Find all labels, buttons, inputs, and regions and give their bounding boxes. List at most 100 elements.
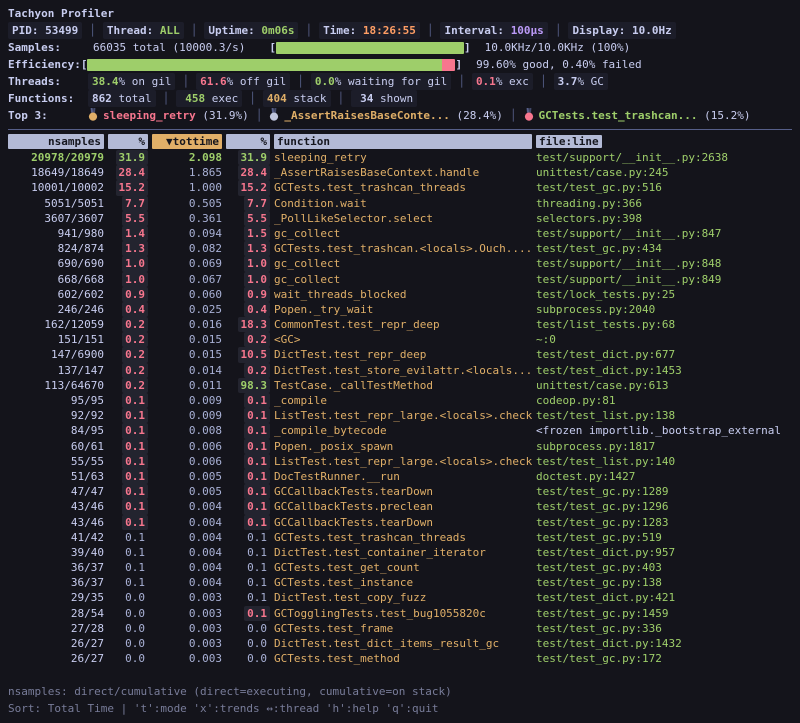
cell-tottime: 0.014 (152, 363, 222, 378)
status-item: Time: 18:26:55 (319, 22, 420, 39)
cell-cumulative-pct: 0.1 (226, 439, 270, 454)
cell-file-line: ~:0 (536, 332, 792, 347)
thread-stat: 61.6% off gil (196, 73, 290, 90)
cell-file-line: test/test_list.py:140 (536, 454, 792, 469)
samples-bar (276, 42, 464, 54)
cell-nsamples: 29/35 (8, 590, 104, 605)
cell-nsamples: 36/37 (8, 560, 104, 575)
cell-cumulative-pct: 0.1 (226, 606, 270, 621)
separator-rule (8, 129, 792, 130)
status-item: PID: 53499 (8, 22, 82, 39)
cell-file-line: selectors.py:398 (536, 211, 792, 226)
cell-tottime: 0.006 (152, 439, 222, 454)
cell-direct-pct: 0.1 (108, 499, 148, 514)
cell-direct-pct: 0.1 (108, 560, 148, 575)
table-row: 3607/36075.50.3615.5_PollLikeSelector.se… (0, 211, 800, 226)
column-header-tottime-sorted[interactable]: ▼tottime (152, 134, 222, 149)
cell-tottime: 0.082 (152, 241, 222, 256)
cell-function: DictTest.test_copy_fuzz (274, 590, 532, 605)
table-row: 668/6681.00.0671.0gc_collecttest/support… (0, 272, 800, 287)
samples-detail: 66035 total (10000.3/s) (93, 39, 245, 56)
table-row: 5051/50517.70.5057.7Condition.waitthread… (0, 196, 800, 211)
table-row: 28/540.00.0030.1GCTogglingTests.test_bug… (0, 606, 800, 621)
cell-file-line: test/test_gc.py:519 (536, 530, 792, 545)
separator: │ (175, 73, 196, 90)
cell-cumulative-pct: 0.1 (226, 575, 270, 590)
cell-function: DictTest.test_repr_deep (274, 347, 532, 362)
cell-cumulative-pct: 0.9 (226, 287, 270, 302)
table-row: 51/630.10.0050.1DocTestRunner.__rundocte… (0, 469, 800, 484)
cell-tottime: 1.000 (152, 180, 222, 195)
cell-file-line: <frozen importlib._bootstrap_external (536, 423, 792, 438)
cell-cumulative-pct: 1.3 (226, 241, 270, 256)
cell-file-line: test/test_dict.py:1453 (536, 363, 792, 378)
samples-bar-close: ] (464, 39, 471, 56)
separator: │ (420, 22, 441, 39)
cell-nsamples: 26/27 (8, 636, 104, 651)
cell-tottime: 0.011 (152, 378, 222, 393)
column-header-cumulative-pct[interactable]: % (226, 134, 270, 149)
column-header-file-line[interactable]: file:line (536, 135, 602, 148)
table-row: 55/550.10.0060.1ListTest.test_repr_large… (0, 454, 800, 469)
cell-nsamples: 18649/18649 (8, 165, 104, 180)
cell-nsamples: 941/980 (8, 226, 104, 241)
table-row: 41/420.10.0040.1GCTests.test_trashcan_th… (0, 530, 800, 545)
cell-direct-pct: 0.1 (108, 393, 148, 408)
cell-cumulative-pct: 0.1 (226, 499, 270, 514)
cell-file-line: test/support/__init__.py:847 (536, 226, 792, 241)
cell-direct-pct: 0.2 (108, 317, 148, 332)
separator: │ (503, 107, 524, 124)
column-header-function[interactable]: function (274, 134, 532, 149)
functions-line: Functions:862 total│458 exec│404 stack│3… (0, 90, 800, 107)
cell-file-line: test/test_gc.py:434 (536, 241, 792, 256)
table-row: 113/646700.20.01198.3TestCase._callTestM… (0, 378, 800, 393)
table-row: 36/370.10.0040.1GCTests.test_get_countte… (0, 560, 800, 575)
cell-tottime: 0.067 (152, 272, 222, 287)
table-row: 824/8741.30.0821.3GCTests.test_trashcan.… (0, 241, 800, 256)
cell-cumulative-pct: 18.3 (226, 317, 270, 332)
thread-stat: 0.1% exc (472, 73, 533, 90)
cell-file-line: test/lock_tests.py:25 (536, 287, 792, 302)
top3-label: Top 3: (8, 107, 88, 124)
cell-direct-pct: 0.1 (108, 484, 148, 499)
cell-function: GCTests.test_frame (274, 621, 532, 636)
table-row: 29/350.00.0030.1DictTest.test_copy_fuzzt… (0, 590, 800, 605)
cell-direct-pct: 1.4 (108, 226, 148, 241)
cell-function: DictTest.test_dict_items_result_gc (274, 636, 532, 651)
cell-file-line: test/test_gc.py:1289 (536, 484, 792, 499)
separator: │ (242, 90, 263, 107)
cell-function: _PollLikeSelector.select (274, 211, 532, 226)
cell-file-line: test/test_dict.py:421 (536, 590, 792, 605)
cell-tottime: 0.004 (152, 499, 222, 514)
cell-tottime: 0.361 (152, 211, 222, 226)
cell-tottime: 2.098 (152, 150, 222, 165)
cell-file-line: test/support/__init__.py:849 (536, 272, 792, 287)
cell-function: DocTestRunner.__run (274, 469, 532, 484)
cell-tottime: 0.003 (152, 621, 222, 636)
column-header-nsamples[interactable]: nsamples (8, 134, 104, 149)
top3-entry: _AssertRaisesBaseConte... (28.4%) (269, 107, 503, 124)
cell-file-line: test/test_gc.py:1283 (536, 515, 792, 530)
separator: │ (290, 73, 311, 90)
cell-nsamples: 668/668 (8, 272, 104, 287)
table-row: 84/950.10.0080.1_compile_bytecode<frozen… (0, 423, 800, 438)
column-header-direct-pct[interactable]: % (108, 134, 148, 149)
cell-cumulative-pct: 5.5 (226, 211, 270, 226)
separator: │ (82, 22, 103, 39)
threads-line: Threads:38.4% on gil│61.6% off gil│0.0% … (0, 73, 800, 90)
cell-direct-pct: 0.0 (108, 636, 148, 651)
cell-nsamples: 39/40 (8, 545, 104, 560)
profiler-screen: Tachyon Profiler PID: 53499│Thread: ALL│… (0, 0, 800, 723)
cell-nsamples: 246/246 (8, 302, 104, 317)
cell-cumulative-pct: 0.1 (226, 484, 270, 499)
separator: │ (156, 90, 177, 107)
cell-cumulative-pct: 0.4 (226, 302, 270, 317)
cell-direct-pct: 0.1 (108, 408, 148, 423)
table-row: 95/950.10.0090.1_compilecodeop.py:81 (0, 393, 800, 408)
cell-tottime: 0.006 (152, 454, 222, 469)
cell-nsamples: 690/690 (8, 256, 104, 271)
cell-nsamples: 92/92 (8, 408, 104, 423)
cell-function: ListTest.test_repr_large.<locals>.check (274, 408, 532, 423)
samples-bar-open: [ (269, 39, 276, 56)
cell-direct-pct: 15.2 (108, 180, 148, 195)
